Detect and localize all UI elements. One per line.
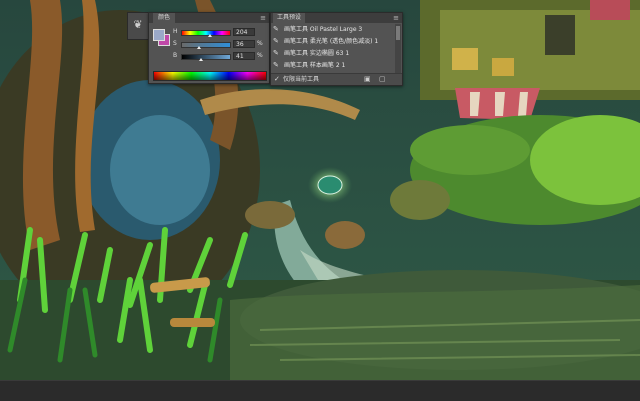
saturation-slider-row: S 36 % — [173, 39, 267, 49]
preset-item-label: 画笔工具 柔光笔 (透色/颜色减淡) 1 — [284, 38, 379, 45]
panel-menu-icon[interactable]: ≡ — [393, 13, 399, 23]
brightness-slider[interactable] — [181, 54, 231, 60]
brush-preset-icon[interactable]: ❦ — [131, 18, 145, 32]
tool-preset-picker[interactable]: ❦ — [127, 12, 149, 40]
saturation-unit: % — [257, 40, 263, 47]
foreground-color-swatch[interactable] — [153, 29, 165, 41]
brush-icon: ✎ — [273, 61, 279, 69]
brush-icon: ✎ — [273, 25, 279, 33]
hue-label: H — [173, 28, 178, 35]
check-icon[interactable]: ✓ — [274, 74, 280, 85]
color-spectrum-ramp[interactable] — [153, 71, 267, 81]
presets-scrollbar[interactable] — [395, 24, 401, 74]
preset-item[interactable]: ✎ 画笔工具 实边椭圆 63 1 — [272, 48, 392, 59]
tool-presets-panel: 工具预设 ≡ ✎ 画笔工具 Oil Pastel Large 3 ✎ 画笔工具 … — [270, 12, 403, 86]
preset-item[interactable]: ✎ 画笔工具 柔光笔 (透色/颜色减淡) 1 — [272, 36, 392, 47]
saturation-value-field[interactable]: 36 — [233, 40, 255, 48]
saturation-label: S — [173, 40, 177, 47]
hue-slider-row: H 204 — [173, 27, 267, 37]
hue-slider[interactable] — [181, 30, 231, 36]
brush-icon: ✎ — [273, 37, 279, 45]
preset-item[interactable]: ✎ 画笔工具 样本画笔 2 1 — [272, 60, 392, 71]
brightness-slider-row: B 41 % — [173, 51, 267, 61]
trash-icon[interactable]: ▢ — [379, 74, 386, 85]
presets-scrollbar-thumb[interactable] — [396, 26, 400, 40]
panel-menu-icon[interactable]: ≡ — [260, 13, 266, 23]
saturation-slider-thumb[interactable] — [197, 46, 201, 49]
saturation-slider[interactable] — [181, 42, 231, 48]
presets-panel-tab[interactable]: 工具预设 — [273, 13, 306, 23]
new-preset-icon[interactable]: ▣ — [364, 74, 371, 85]
presets-panel-titlebar[interactable]: 工具预设 ≡ — [271, 13, 402, 23]
brush-icon: ✎ — [273, 49, 279, 57]
color-panel-tab[interactable]: 颜色 — [153, 13, 176, 23]
current-tool-only-label[interactable]: 仅限当前工具 — [283, 74, 319, 85]
brightness-slider-thumb[interactable] — [199, 58, 203, 61]
presets-panel-footer: ✓ 仅限当前工具 ▣ ▢ — [271, 73, 402, 85]
color-panel-titlebar[interactable]: 颜色 ≡ — [149, 13, 269, 23]
brightness-value-field[interactable]: 41 — [233, 52, 255, 60]
brightness-label: B — [173, 52, 178, 59]
status-bar — [0, 380, 640, 401]
preset-item-label: 画笔工具 Oil Pastel Large 3 — [284, 26, 363, 33]
brightness-unit: % — [257, 52, 263, 59]
hue-slider-thumb[interactable] — [208, 34, 212, 37]
hue-value-field[interactable]: 204 — [233, 28, 255, 36]
preset-item[interactable]: ✎ 画笔工具 Oil Pastel Large 3 — [272, 24, 392, 35]
preset-item-label: 画笔工具 实边椭圆 63 1 — [284, 50, 350, 57]
color-panel: 颜色 ≡ H 204 S 36 % B 41 % — [148, 12, 270, 84]
preset-item-label: 画笔工具 样本画笔 2 1 — [284, 62, 346, 69]
